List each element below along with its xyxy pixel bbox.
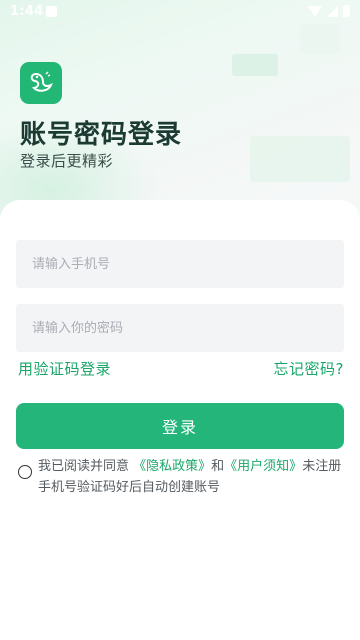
- decor-shape: [300, 24, 340, 54]
- privacy-policy-link[interactable]: 《隐私政策》: [133, 459, 211, 474]
- battery-icon: [343, 5, 350, 17]
- cellular-signal-icon: [327, 5, 338, 17]
- forgot-password-link[interactable]: 忘记密码?: [274, 358, 344, 379]
- agreement-text: 我已阅读并同意 《隐私政策》和《用户须知》未注册手机号验证码好后自动创建账号: [38, 456, 346, 498]
- decor-shape: [232, 54, 278, 76]
- phone-field[interactable]: [16, 240, 344, 288]
- status-bar: 1:44: [0, 0, 360, 24]
- agreement-prefix: 我已阅读并同意: [38, 459, 134, 474]
- wifi-icon: [308, 5, 322, 17]
- phone-input[interactable]: [16, 240, 344, 288]
- password-input[interactable]: [16, 304, 344, 352]
- status-icons: [308, 5, 350, 17]
- notification-icon: [46, 6, 57, 17]
- sms-login-link[interactable]: 用验证码登录: [18, 358, 111, 379]
- user-terms-link[interactable]: 《用户须知》: [224, 459, 302, 474]
- app-logo-icon: [20, 62, 62, 104]
- status-time: 1:44: [10, 4, 44, 19]
- agreement-and: 和: [211, 459, 225, 474]
- password-field[interactable]: [16, 304, 344, 352]
- login-button[interactable]: 登录: [16, 403, 344, 449]
- agree-radio[interactable]: [18, 465, 32, 479]
- swan-logo-icon: [30, 71, 53, 92]
- decor-shape: [250, 136, 350, 182]
- page-title: 账号密码登录: [20, 120, 183, 150]
- page-subtitle: 登录后更精彩: [20, 152, 114, 170]
